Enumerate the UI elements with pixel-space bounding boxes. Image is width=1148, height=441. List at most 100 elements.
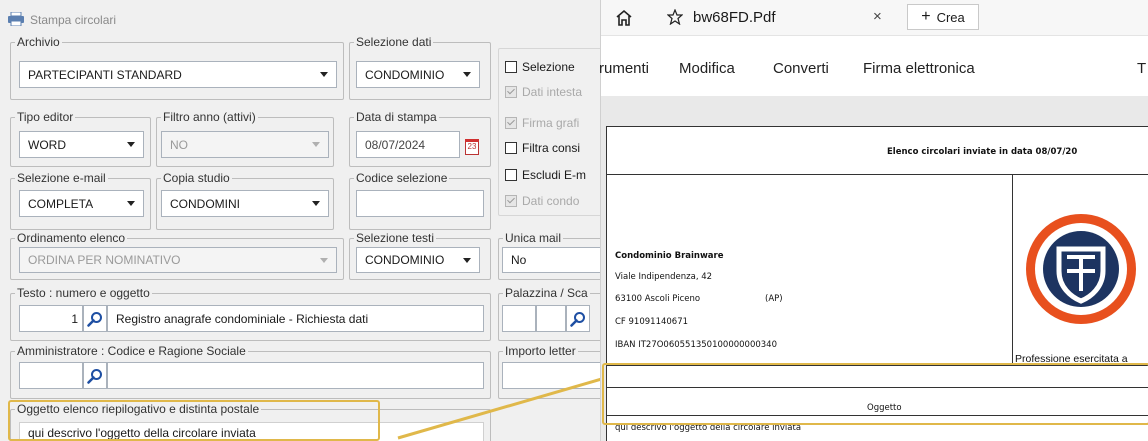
doc-cf: CF 91091140671 [615, 317, 689, 327]
check-label: Filtra consi [522, 141, 581, 155]
palazzina-search-button[interactable] [566, 305, 590, 332]
copia-studio-value: CONDOMINI [170, 196, 240, 211]
data-stampa-value: 08/07/2024 [365, 137, 426, 152]
check-label: Escludi E-m [522, 168, 587, 182]
ordinamento-label: Ordinamento elenco [15, 231, 128, 245]
check-label: Dati condo [522, 194, 580, 208]
star-icon[interactable] [666, 8, 684, 28]
filtro-anno-select: NO [161, 131, 329, 158]
menu-strumenti[interactable]: rumenti [599, 60, 649, 77]
chevron-down-icon [463, 72, 471, 77]
calendar-button[interactable]: 23 [462, 138, 482, 158]
search-icon [570, 311, 585, 327]
testo-group: Testo : numero e oggetto 1 Registro anag… [10, 286, 491, 341]
archivio-label: Archivio [15, 35, 62, 49]
new-tab-button[interactable]: + Crea [907, 4, 979, 30]
copia-studio-label: Copia studio [161, 171, 232, 185]
palazzina-group: Palazzina / Sca [498, 286, 608, 341]
chevron-down-icon [312, 142, 320, 147]
menu-modifica[interactable]: Modifica [679, 60, 735, 77]
testo-oggetto-input[interactable]: Registro anagrafe condominiale - Richies… [107, 305, 484, 332]
checkbox [505, 86, 517, 98]
tab-title[interactable]: bw68FD.Pdf [693, 9, 776, 26]
palazzina-label: Palazzina / Sca [503, 286, 590, 300]
chevron-down-icon [320, 72, 328, 77]
importo-label: Importo letter [503, 344, 578, 358]
check-escludi-email[interactable]: Escludi E-m [505, 168, 586, 182]
checkbox[interactable] [505, 169, 517, 181]
chevron-down-icon [312, 201, 320, 206]
checkbox[interactable] [505, 61, 517, 73]
doc-header-row: Elenco circolari inviate in data 08/07/2… [607, 127, 1148, 175]
testo-search-button[interactable] [83, 305, 107, 332]
selezione-email-group: Selezione e-mail COMPLETA [10, 171, 151, 230]
testo-label: Testo : numero e oggetto [15, 286, 152, 300]
scala-input[interactable] [536, 305, 566, 332]
doc-city: 63100 Ascoli Piceno [615, 294, 701, 304]
search-icon [87, 311, 102, 327]
chevron-down-icon [320, 258, 328, 263]
doc-province: (AP) [765, 294, 783, 304]
tab-bar: bw68FD.Pdf × + Crea [601, 0, 1148, 36]
home-icon[interactable] [615, 9, 633, 30]
testo-numero-input[interactable]: 1 [19, 305, 83, 332]
tipo-editor-group: Tipo editor WORD [10, 110, 151, 167]
close-tab-icon[interactable]: × [873, 8, 882, 25]
search-icon [87, 368, 102, 384]
check-dati-condo: Dati condo [505, 194, 579, 208]
data-stampa-group: Data di stampa 08/07/2024 23 [349, 110, 491, 167]
copia-studio-group: Copia studio CONDOMINI [156, 171, 334, 230]
menu-t[interactable]: T [1137, 60, 1146, 77]
selezione-testi-select[interactable]: CONDOMINIO [356, 247, 480, 273]
check-dati-intesta: Dati intesta [505, 85, 582, 99]
ordinamento-value: ORDINA PER NOMINATIVO [28, 253, 181, 267]
filtro-anno-label: Filtro anno (attivi) [161, 110, 258, 124]
data-stampa-input[interactable]: 08/07/2024 [356, 131, 460, 158]
codice-selezione-input[interactable] [356, 190, 484, 217]
testo-numero-value: 1 [71, 311, 78, 326]
new-tab-label: Crea [936, 9, 965, 25]
menu-bar: rumenti Modifica Converti Firma elettron… [599, 50, 1148, 86]
calendar-day: 23 [467, 142, 477, 151]
dialog-title: Stampa circolari [30, 13, 117, 27]
archivio-group: Archivio PARTECIPANTI STANDARD [10, 35, 344, 100]
selezione-email-label: Selezione e-mail [15, 171, 108, 185]
archivio-select[interactable]: PARTECIPANTI STANDARD [19, 61, 337, 88]
palazzina-input[interactable] [502, 305, 536, 332]
testo-oggetto-value: Registro anagrafe condominiale - Richies… [116, 311, 369, 326]
unica-mail-select[interactable]: No [502, 247, 606, 273]
copia-studio-select[interactable]: CONDOMINI [161, 190, 329, 217]
selezione-dati-select[interactable]: CONDOMINIO [356, 61, 480, 88]
pdf-viewer-window: bw68FD.Pdf × + Crea rumenti Modifica Con… [599, 0, 1148, 441]
ordinamento-group: Ordinamento elenco ORDINA PER NOMINATIVO [10, 231, 344, 280]
selezione-testi-value: CONDOMINIO [365, 253, 445, 267]
amministratore-search-button[interactable] [83, 362, 107, 389]
checkbox [505, 195, 517, 207]
codice-selezione-label: Codice selezione [354, 171, 450, 185]
selezione-email-select[interactable]: COMPLETA [19, 190, 144, 217]
filtro-anno-group: Filtro anno (attivi) NO [156, 110, 334, 167]
doc-sender-name: Condominio Brainware [615, 251, 724, 261]
menu-converti[interactable]: Converti [773, 60, 829, 77]
check-selezione[interactable]: Selezione [505, 60, 575, 74]
selezione-dati-label: Selezione dati [354, 35, 434, 49]
check-firma-grafi: Firma grafi [505, 116, 579, 130]
chevron-down-icon [127, 142, 135, 147]
check-filtra-consi[interactable]: Filtra consi [505, 141, 580, 155]
amministratore-codice-input[interactable] [19, 362, 83, 389]
filtro-anno-value: NO [170, 137, 188, 152]
selezione-dati-group: Selezione dati CONDOMINIO [349, 35, 491, 100]
check-label: Dati intesta [522, 85, 583, 99]
selezione-testi-group: Selezione testi CONDOMINIO [349, 231, 491, 280]
check-label: Selezione [522, 60, 575, 74]
brainware-logo [1021, 209, 1141, 329]
archivio-value: PARTECIPANTI STANDARD [28, 67, 182, 82]
menu-firma-elettronica[interactable]: Firma elettronica [863, 60, 975, 77]
highlight-box [602, 363, 1148, 425]
highlight-box [8, 400, 380, 441]
dialog-titlebar: Stampa circolari [8, 10, 116, 30]
tipo-editor-select[interactable]: WORD [19, 131, 144, 158]
doc-header: Elenco circolari inviate in data 08/07/2… [887, 147, 1078, 157]
checkbox[interactable] [505, 142, 517, 154]
codice-selezione-group: Codice selezione [349, 171, 491, 230]
